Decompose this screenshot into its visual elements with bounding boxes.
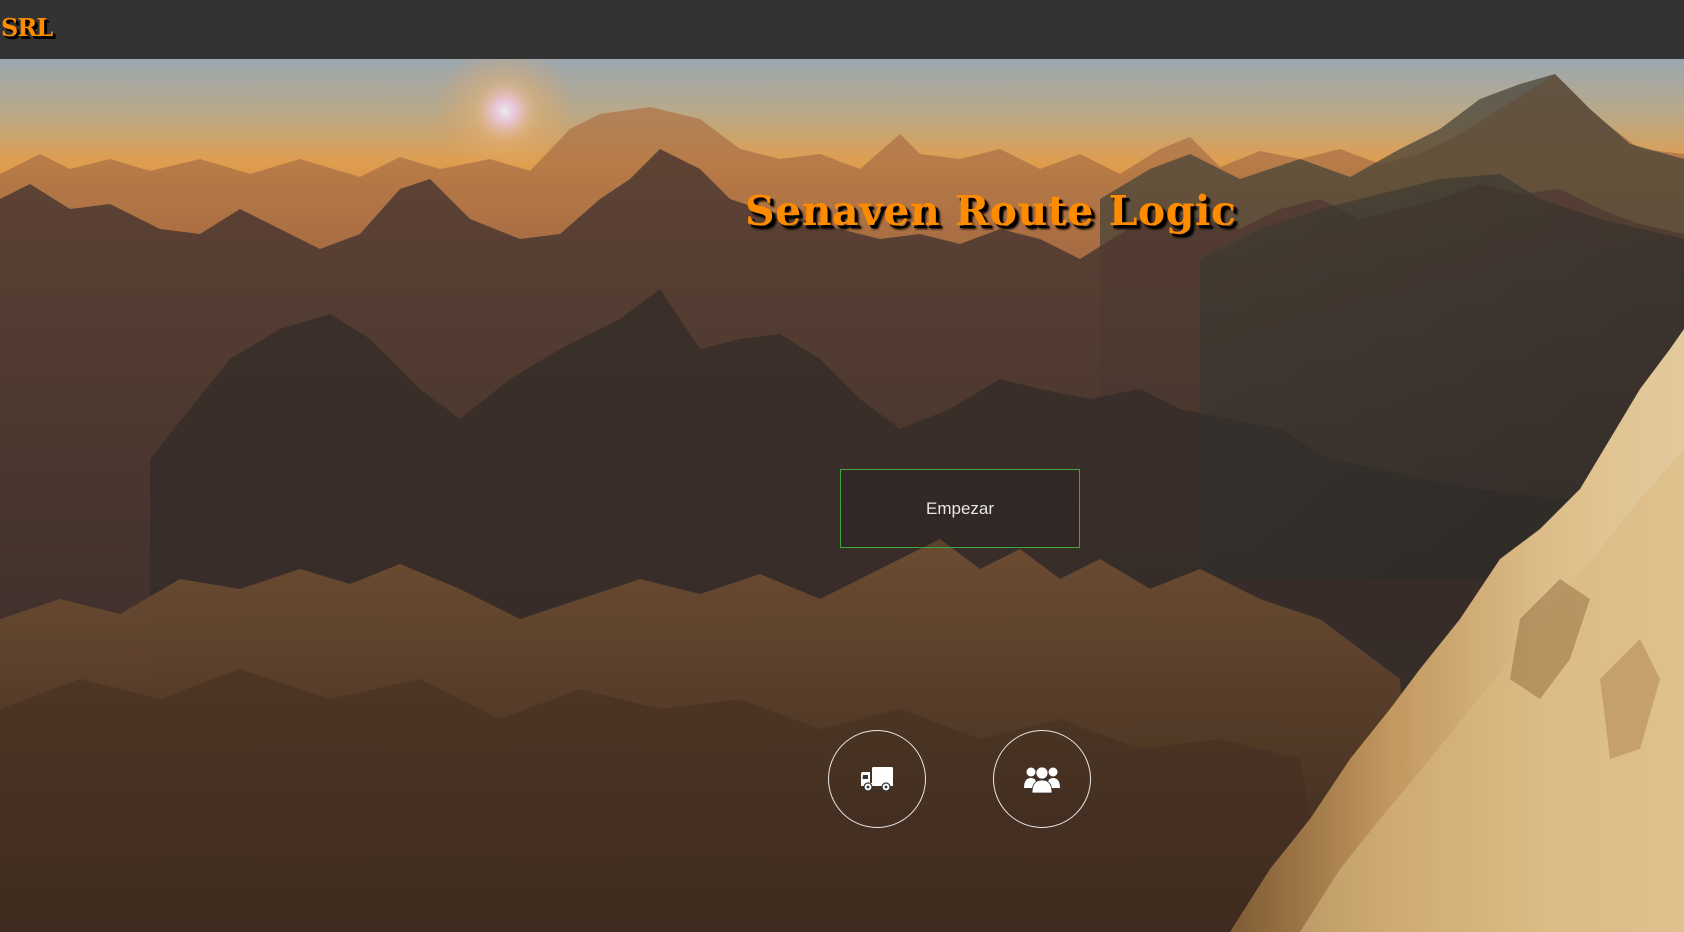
page-title: Senaven Route Logic <box>745 187 1237 235</box>
team-button[interactable] <box>993 730 1091 828</box>
start-button[interactable]: Empezar <box>840 469 1080 548</box>
landing-page: SRL Senaven Route Logic Empezar <box>0 0 1684 932</box>
truck-icon <box>860 766 894 792</box>
top-navbar: SRL <box>0 0 1684 59</box>
brand-logo-link[interactable]: SRL <box>1 13 53 42</box>
users-icon <box>1023 764 1061 794</box>
hero-section: Senaven Route Logic Empezar <box>0 59 1684 932</box>
truck-button[interactable] <box>828 730 926 828</box>
